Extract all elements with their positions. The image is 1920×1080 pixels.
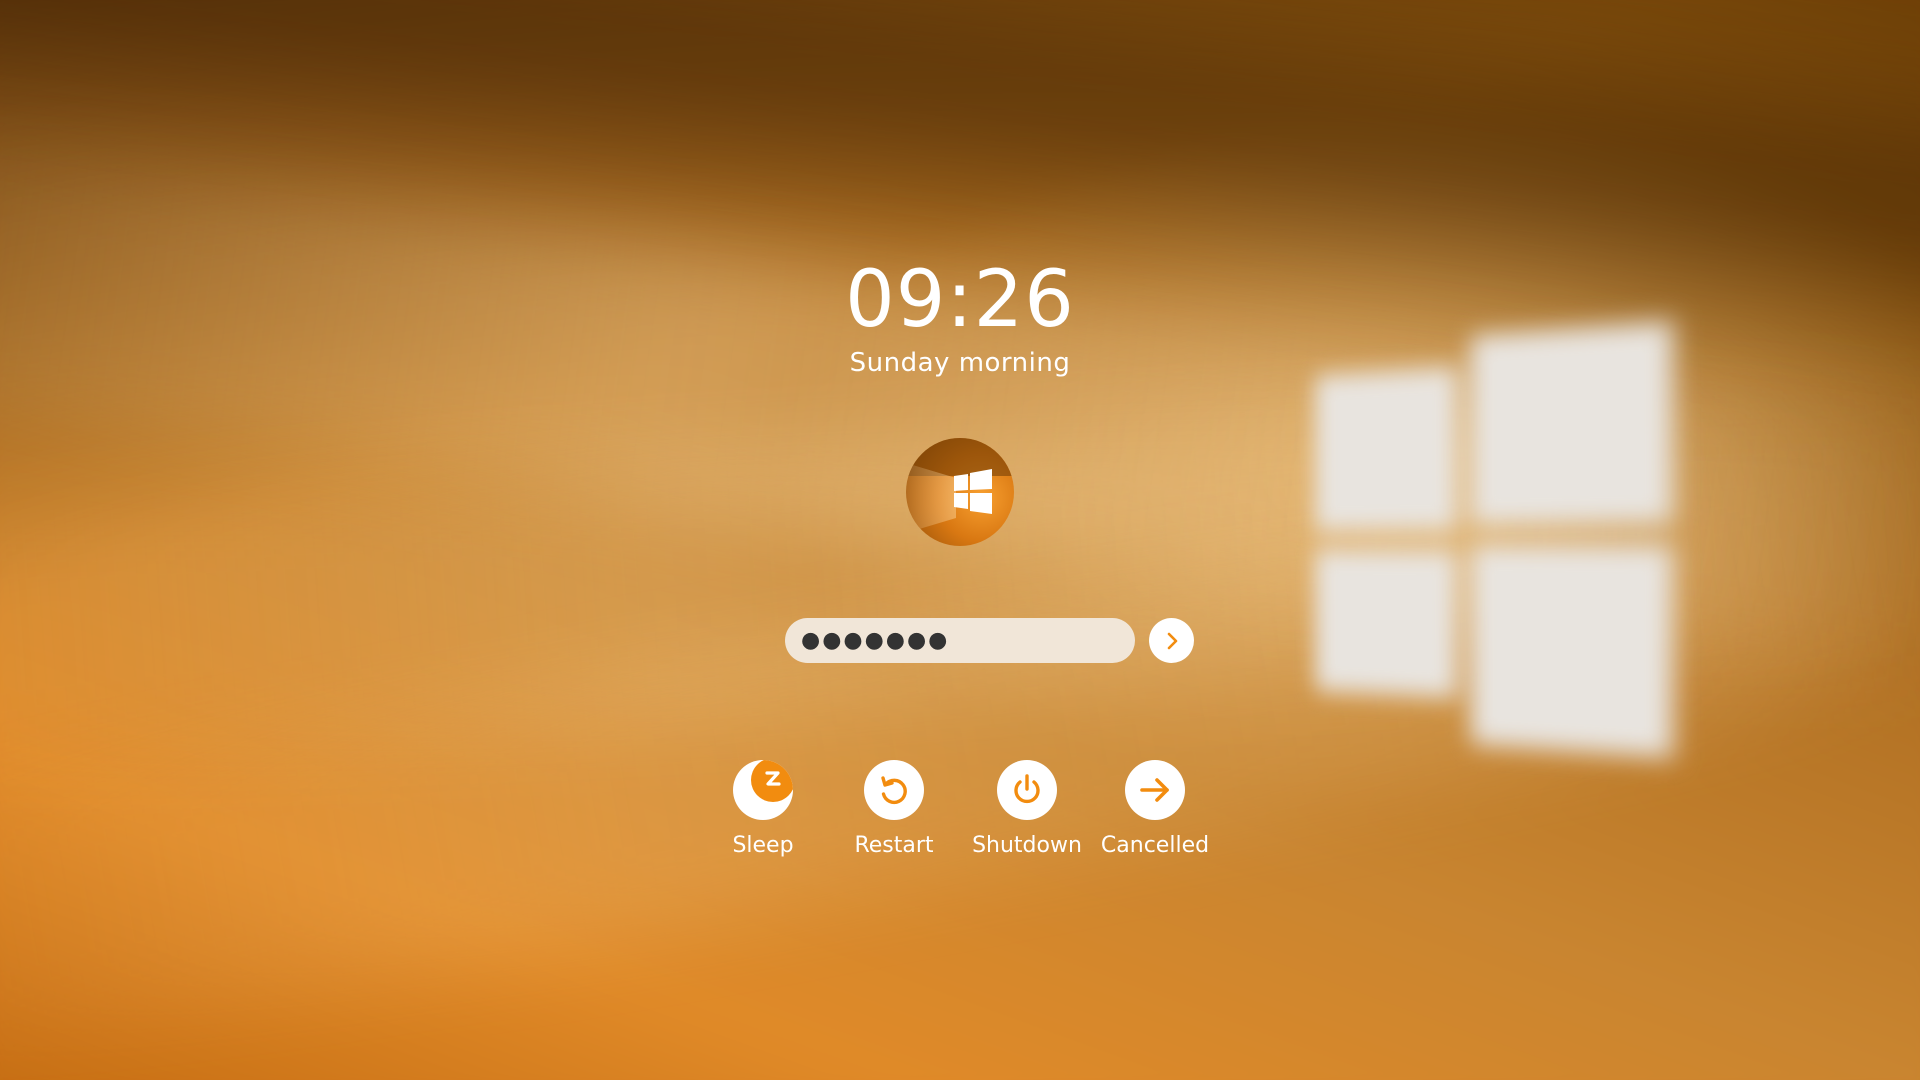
restart-button[interactable]: Restart (829, 760, 959, 860)
sleep-button[interactable]: Sleep (698, 760, 828, 860)
arrow-right-icon (1125, 760, 1185, 820)
shutdown-button[interactable]: Shutdown (962, 760, 1092, 860)
password-mask: ●●●●●●● (801, 628, 950, 653)
clock-time: 09:26 (845, 255, 1075, 345)
restart-icon (864, 760, 924, 820)
shutdown-label: Shutdown (972, 833, 1082, 858)
user-avatar (906, 438, 1014, 546)
cancel-button[interactable]: Cancelled (1090, 760, 1220, 860)
chevron-right-icon (1167, 632, 1177, 649)
submit-button[interactable] (1149, 618, 1194, 663)
password-input[interactable]: ●●●●●●● (785, 618, 1135, 663)
login-panel: 09:26 Sunday morning ●●●●●●● Sleep Resta… (0, 0, 1920, 1080)
sleep-label: Sleep (732, 833, 794, 858)
windows-logo-icon (906, 438, 1014, 533)
power-icon (997, 760, 1057, 820)
restart-label: Restart (854, 833, 934, 858)
lock-screen: 09:26 Sunday morning ●●●●●●● Sleep Resta… (0, 0, 1920, 1080)
cancel-label: Cancelled (1100, 833, 1210, 858)
sleep-icon (733, 760, 793, 820)
greeting-text: Sunday morning (849, 348, 1071, 378)
